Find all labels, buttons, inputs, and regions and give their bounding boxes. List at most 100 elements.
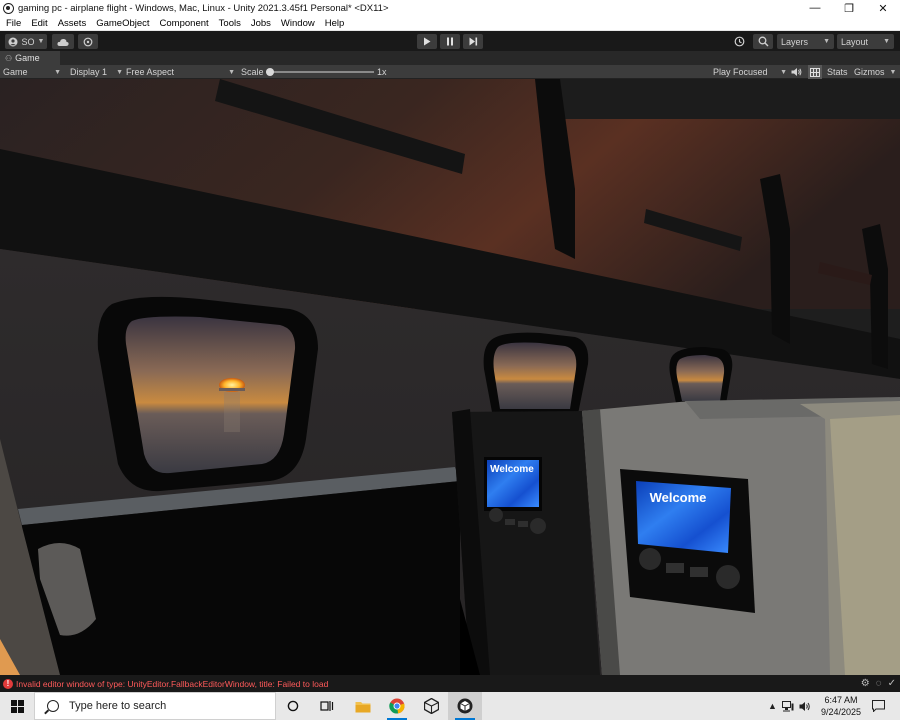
- windows-logo-icon: [10, 699, 24, 713]
- step-icon: [469, 37, 477, 46]
- check-icon[interactable]: ✓: [888, 678, 896, 689]
- unity-logo-icon: [3, 2, 14, 14]
- chrome-button[interactable]: [380, 692, 414, 720]
- start-button[interactable]: [0, 692, 34, 720]
- chevron-up-icon[interactable]: ▲: [768, 701, 777, 711]
- chevron-down-icon: ▼: [883, 38, 890, 45]
- scale-value: 1x: [377, 67, 387, 77]
- seat-back: Welcome: [582, 401, 845, 675]
- history-icon: [734, 36, 744, 47]
- folder-icon: [355, 701, 371, 712]
- menu-jobs[interactable]: Jobs: [246, 18, 276, 29]
- menu-assets[interactable]: Assets: [53, 18, 92, 29]
- task-view-button[interactable]: [310, 692, 344, 720]
- error-icon: !: [3, 678, 13, 689]
- chevron-down-icon: ▼: [823, 38, 830, 45]
- menu-help[interactable]: Help: [320, 18, 350, 29]
- cabin-window: [669, 347, 733, 404]
- chevron-down-icon: ▼: [116, 68, 123, 76]
- scale-slider-track: [266, 68, 374, 76]
- task-view-icon: [320, 701, 334, 711]
- seat-screen-welcome: Welcome: [650, 490, 707, 505]
- maximize-button[interactable]: ❐: [832, 0, 866, 16]
- cortana-button[interactable]: [276, 692, 310, 720]
- unity-hub-icon: [423, 698, 439, 714]
- chevron-down-icon: ▼: [228, 68, 235, 76]
- volume-icon[interactable]: [799, 701, 812, 712]
- close-button[interactable]: ✕: [866, 0, 900, 16]
- collab-button[interactable]: [78, 34, 98, 49]
- play-mode-dropdown[interactable]: Play Focused ▼: [713, 65, 787, 79]
- chevron-down-icon: ▼: [780, 68, 787, 76]
- unity-editor-icon: [457, 698, 473, 714]
- cabin-scene: Welcome Welcome: [0, 79, 900, 675]
- play-icon: [424, 37, 431, 46]
- mute-audio-button[interactable]: [791, 65, 802, 79]
- main-toolbar: SO ▼ Layers ▼ Layout ▼: [0, 31, 900, 51]
- windows-taskbar: Type here to search ▲ 6:47 AM 9/24/2025: [0, 692, 900, 720]
- cloud-button[interactable]: [52, 34, 74, 49]
- game-mode-dropdown[interactable]: Game ▼: [3, 65, 63, 79]
- console-error-message[interactable]: Invalid editor window of type: UnityEdit…: [16, 679, 328, 689]
- menu-window[interactable]: Window: [276, 18, 320, 29]
- seat-screen-welcome: Welcome: [490, 464, 534, 475]
- account-icon: [8, 37, 18, 46]
- account-dropdown[interactable]: SO ▼: [5, 34, 47, 49]
- play-mode-label: Play Focused: [713, 67, 768, 77]
- stats-button[interactable]: Stats: [827, 65, 848, 79]
- status-icons: ⚙ ◌ ✓: [861, 678, 896, 689]
- taskbar-search-box[interactable]: Type here to search: [34, 692, 276, 720]
- gamepad-icon: ⚇: [5, 53, 13, 63]
- scale-slider[interactable]: [266, 65, 374, 79]
- menu-edit[interactable]: Edit: [26, 18, 52, 29]
- unity-hub-button[interactable]: [414, 692, 448, 720]
- search-icon: [758, 36, 768, 47]
- menu-file[interactable]: File: [0, 18, 26, 29]
- gizmos-dropdown[interactable]: Gizmos ▼: [854, 65, 896, 79]
- debug-icon[interactable]: ⚙: [861, 678, 870, 689]
- layout-dropdown[interactable]: Layout ▼: [837, 34, 894, 49]
- notifications-button[interactable]: [872, 692, 885, 720]
- play-button[interactable]: [417, 34, 437, 49]
- chrome-icon: [389, 698, 405, 714]
- menu-component[interactable]: Component: [155, 18, 214, 29]
- game-view-toolbar: Game ▼ Display 1 ▼ Free Aspect ▼ Scale 1…: [0, 65, 900, 79]
- console-status-bar[interactable]: ! Invalid editor window of type: UnityEd…: [0, 675, 900, 692]
- clock-time: 6:47 AM: [824, 695, 858, 705]
- layers-dropdown[interactable]: Layers ▼: [777, 34, 834, 49]
- minimize-button[interactable]: —: [798, 0, 832, 16]
- network-icon[interactable]: [781, 700, 794, 712]
- frame-debugger-button[interactable]: [808, 65, 822, 79]
- menu-tools[interactable]: Tools: [214, 18, 246, 29]
- system-tray: ▲: [768, 692, 812, 720]
- scale-label: Scale: [241, 67, 264, 77]
- display-label: Display 1: [70, 67, 108, 77]
- search-button[interactable]: [753, 34, 773, 49]
- account-label: SO: [21, 36, 35, 47]
- display-dropdown[interactable]: Display 1 ▼: [70, 65, 123, 79]
- menu-bar: File Edit Assets GameObject Component To…: [0, 16, 900, 31]
- taskbar-clock[interactable]: 6:47 AM 9/24/2025: [812, 694, 870, 718]
- unity-editor-button[interactable]: [448, 692, 482, 720]
- pause-button[interactable]: [440, 34, 460, 49]
- game-viewport[interactable]: Welcome Welcome: [0, 79, 900, 675]
- aspect-dropdown[interactable]: Free Aspect ▼: [126, 65, 235, 79]
- window-title: gaming pc - airplane flight - Windows, M…: [18, 2, 389, 14]
- search-icon: [47, 700, 59, 712]
- file-explorer-button[interactable]: [346, 692, 380, 720]
- cortana-icon: [287, 700, 299, 712]
- layers-label: Layers: [781, 36, 809, 47]
- speaker-icon: [791, 68, 802, 76]
- seat-back: Welcome: [452, 409, 600, 675]
- window-title-bar: gaming pc - airplane flight - Windows, M…: [0, 0, 900, 16]
- scale-slider-thumb[interactable]: [266, 68, 274, 76]
- menu-gameobject[interactable]: GameObject: [91, 18, 154, 29]
- history-button[interactable]: [729, 34, 749, 49]
- cabin-window: [483, 332, 589, 414]
- tab-game[interactable]: ⚇ Game: [0, 51, 60, 65]
- clock-date: 9/24/2025: [820, 707, 862, 717]
- progress-icon[interactable]: ◌: [876, 678, 882, 689]
- editor-tab-strip: ⚇ Game: [0, 51, 900, 65]
- step-button[interactable]: [463, 34, 483, 49]
- gizmos-label: Gizmos: [854, 67, 885, 77]
